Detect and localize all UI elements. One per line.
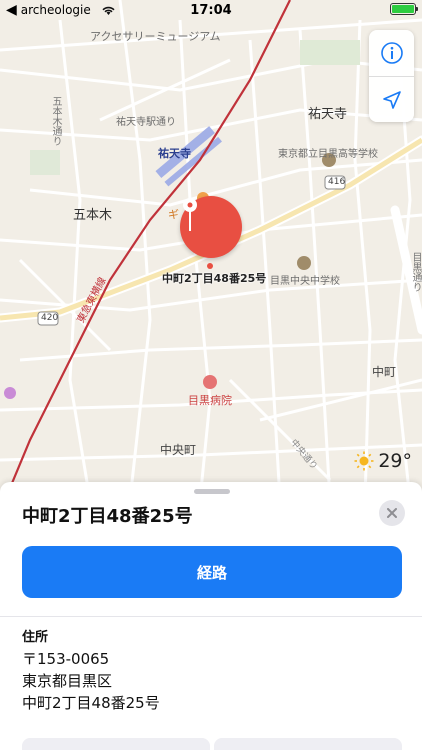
pin-address-label: 中町2丁目48番25号 xyxy=(162,272,267,285)
map-view[interactable]: アクセサリーミュージアム 五本木通り 祐天寺駅通り 祐天寺 祐天寺 東京都立目黒… xyxy=(0,0,422,500)
label-yutenji-area: 祐天寺 xyxy=(308,107,348,122)
label-route-420: 420 xyxy=(41,313,59,323)
pin-icon xyxy=(183,198,197,231)
label-yutenji-station-street: 祐天寺駅通り xyxy=(116,117,176,128)
place-card: 中町2丁目48番25号 経路 住所 〒153-0065 東京都目黒区 中町2丁目… xyxy=(0,482,422,750)
address-street[interactable]: 中町2丁目48番25号 xyxy=(22,692,160,713)
label-gi: ギ xyxy=(168,208,179,221)
info-button[interactable] xyxy=(369,30,414,76)
divider xyxy=(0,616,422,617)
pin-point xyxy=(207,263,213,269)
dropped-pin[interactable] xyxy=(180,196,242,258)
label-high-school: 東京都立目黒高等学校 xyxy=(278,149,378,160)
temperature: 29° xyxy=(378,450,412,472)
address-heading: 住所 xyxy=(22,630,49,645)
label-gohongi-street: 五本木通り xyxy=(50,96,61,146)
battery-icon xyxy=(390,3,418,15)
info-icon xyxy=(380,42,403,64)
location-arrow-icon xyxy=(382,90,401,109)
weather-indicator: 29° xyxy=(354,450,412,472)
label-junior-high: 目黒中央中学校 xyxy=(270,276,340,287)
label-chuocho: 中央町 xyxy=(160,443,197,457)
action-tile-left[interactable] xyxy=(22,738,210,750)
label-route-416: 416 xyxy=(328,177,346,187)
action-tile-right[interactable] xyxy=(214,738,402,750)
address-city[interactable]: 東京都目黒区 xyxy=(22,670,112,691)
sun-icon xyxy=(354,451,374,471)
label-nakacho: 中町 xyxy=(372,365,397,379)
status-bar: ◀ archeologie 17:04 xyxy=(0,0,422,20)
label-meguro-street: 目黒通り xyxy=(410,252,421,292)
tracking-button[interactable] xyxy=(369,76,414,122)
map-controls xyxy=(369,30,414,122)
status-time: 17:04 xyxy=(190,2,232,18)
label-accessory-museum: アクセサリーミュージアム xyxy=(90,30,221,43)
sheet-grabber[interactable] xyxy=(194,489,230,494)
label-yutenji-station: 祐天寺 xyxy=(158,147,191,160)
close-icon xyxy=(387,508,397,518)
close-button[interactable] xyxy=(379,500,405,526)
address-postal-code[interactable]: 〒153-0065 xyxy=(22,648,109,669)
label-gohongi-area: 五本木 xyxy=(73,208,113,223)
directions-button[interactable]: 経路 xyxy=(22,546,402,598)
place-title: 中町2丁目48番25号 xyxy=(22,506,193,527)
label-meguro-hospital: 目黒病院 xyxy=(188,394,232,407)
